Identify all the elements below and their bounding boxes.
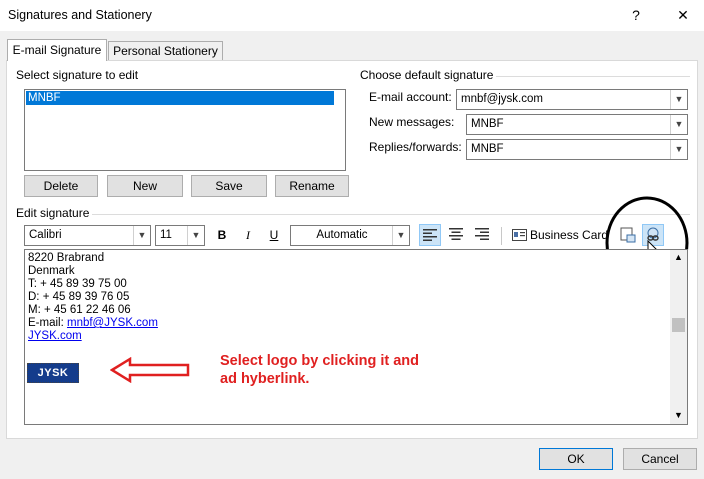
new-messages-label: New messages: — [369, 115, 455, 129]
new-messages-select[interactable]: MNBF ▼ — [466, 114, 688, 135]
font-size-value: 11 — [160, 229, 172, 241]
signature-line: D: + 45 89 39 76 05 — [28, 291, 130, 303]
scroll-thumb[interactable] — [672, 318, 685, 332]
rename-button[interactable]: Rename — [275, 175, 349, 197]
signature-line: M: + 45 61 22 46 06 — [28, 304, 131, 316]
title-bar: Signatures and Stationery ? ✕ — [0, 0, 704, 31]
jysk-logo[interactable]: JYSK — [27, 363, 79, 383]
signature-email-line: E-mail: mnbf@JYSK.com — [28, 317, 158, 330]
ok-button-label: OK — [567, 452, 585, 466]
email-account-label: E-mail account: — [369, 90, 452, 104]
replies-forwards-select[interactable]: MNBF ▼ — [466, 139, 688, 160]
new-messages-value: MNBF — [471, 118, 504, 130]
signature-web-line: JYSK.com — [28, 330, 82, 343]
window-title: Signatures and Stationery — [8, 8, 152, 22]
new-button-label: New — [132, 179, 157, 193]
new-button[interactable]: New — [107, 175, 183, 197]
replies-forwards-value: MNBF — [471, 143, 504, 155]
logo-text: JYSK — [37, 367, 69, 379]
scroll-down-icon[interactable]: ▼ — [670, 410, 687, 420]
list-item[interactable]: MNBF — [26, 91, 334, 105]
chevron-down-icon: ▼ — [670, 90, 687, 109]
toolbar-separator — [501, 227, 502, 245]
delete-button[interactable]: Delete — [24, 175, 98, 197]
chevron-down-icon: ▼ — [392, 226, 409, 245]
align-right-icon — [475, 228, 489, 240]
chevron-down-icon: ▼ — [670, 115, 687, 134]
bold-button[interactable]: B — [211, 224, 233, 246]
close-button[interactable]: ✕ — [671, 4, 695, 26]
business-card-button[interactable]: Business Card — [508, 224, 609, 246]
editor-scrollbar[interactable]: ▲ ▼ — [670, 250, 687, 424]
align-left-icon — [423, 229, 437, 241]
align-center-icon — [449, 228, 463, 240]
signature-line: Denmark — [28, 265, 75, 277]
annotation-line: ad hyberlink. — [220, 371, 310, 387]
italic-button[interactable]: I — [237, 224, 259, 246]
email-account-value: mnbf@jysk.com — [461, 93, 543, 105]
default-signature-label: Choose default signature — [360, 68, 494, 82]
select-signature-label: Select signature to edit — [16, 68, 139, 82]
chevron-down-icon: ▼ — [670, 140, 687, 159]
underline-button[interactable]: U — [263, 224, 285, 246]
align-right-button[interactable] — [471, 224, 493, 246]
font-value: Calibri — [29, 229, 62, 241]
ok-button[interactable]: OK — [539, 448, 613, 470]
email-account-select[interactable]: mnbf@jysk.com ▼ — [456, 89, 688, 110]
align-center-button[interactable] — [445, 224, 467, 246]
signature-editor[interactable]: 8220 Brabrand Denmark T: + 45 89 39 75 0… — [24, 249, 688, 425]
group-divider — [496, 76, 690, 77]
signature-list[interactable]: MNBF — [24, 89, 346, 171]
save-button-label: Save — [215, 179, 243, 193]
tab-email-signature[interactable]: E-mail Signature — [7, 39, 107, 61]
font-size-select[interactable]: 11 ▼ — [155, 225, 205, 246]
web-link[interactable]: JYSK.com — [28, 330, 82, 342]
edit-signature-label: Edit signature — [16, 206, 90, 220]
email-link[interactable]: mnbf@JYSK.com — [67, 317, 158, 329]
help-button[interactable]: ? — [624, 4, 648, 26]
email-prefix: E-mail: — [28, 317, 67, 329]
group-divider — [92, 214, 690, 215]
font-color-select[interactable]: Automatic ▼ — [290, 225, 410, 246]
business-card-label: Business Card — [530, 228, 609, 242]
rename-button-label: Rename — [289, 179, 335, 193]
align-left-button[interactable] — [419, 224, 441, 246]
annotation-text: Select logo by clicking it and ad hyberl… — [220, 352, 419, 388]
tab-email-signature-label: E-mail Signature — [12, 43, 102, 57]
tab-personal-stationery[interactable]: Personal Stationery — [108, 41, 223, 61]
business-card-icon — [512, 229, 527, 241]
signature-line: T: + 45 89 39 75 00 — [28, 278, 127, 290]
replies-forwards-label: Replies/forwards: — [369, 140, 462, 154]
annotation-line: Select logo by clicking it and — [220, 353, 420, 369]
font-color-value: Automatic — [316, 229, 368, 241]
chevron-down-icon: ▼ — [133, 226, 150, 245]
annotation-arrow-icon — [110, 357, 190, 383]
font-select[interactable]: Calibri ▼ — [24, 225, 151, 246]
delete-button-label: Delete — [43, 179, 79, 193]
scroll-up-icon[interactable]: ▲ — [670, 252, 687, 262]
tab-personal-stationery-label: Personal Stationery — [113, 44, 218, 58]
cancel-button-label: Cancel — [641, 452, 679, 466]
chevron-down-icon: ▼ — [187, 226, 204, 245]
signature-line: 8220 Brabrand — [28, 252, 105, 264]
cancel-button[interactable]: Cancel — [623, 448, 697, 470]
save-button[interactable]: Save — [191, 175, 267, 197]
